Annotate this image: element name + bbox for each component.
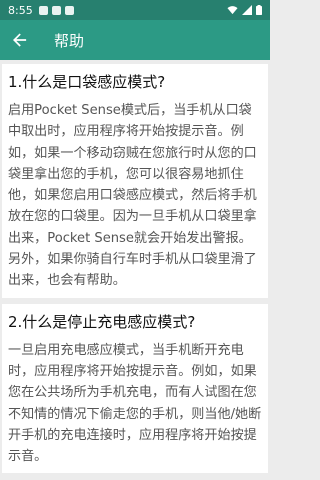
faq-card: 2.什么是停止充电感应模式? 一旦启用充电感应模式，当手机断开充电时，应用程序将…	[2, 303, 268, 474]
faq-answer: 一旦启用充电感应模式，当手机断开充电时，应用程序将开始按提示音。例如，如果您在公…	[8, 342, 262, 465]
notification-icon	[64, 5, 74, 15]
arrow-back-icon	[13, 33, 27, 47]
battery-icon	[256, 5, 262, 15]
faq-card: 1.什么是口袋感应模式? 启用Pocket Sense模式后，当手机从口袋中取出…	[2, 64, 268, 298]
status-bar: 8:55	[0, 0, 270, 20]
app-bar: 帮助	[0, 20, 270, 60]
faq-question: 2.什么是停止充电感应模式?	[8, 312, 196, 331]
back-button[interactable]	[0, 20, 40, 60]
notification-icon	[51, 5, 61, 15]
page-title: 帮助	[54, 31, 85, 50]
signal-icon	[242, 5, 252, 15]
notification-icon	[38, 5, 48, 15]
status-right-icons	[227, 5, 262, 15]
status-time: 8:55	[8, 3, 33, 17]
notification-icons	[38, 5, 74, 15]
faq-answer: 启用Pocket Sense模式后，当手机从口袋中取出时，应用程序将开始按提示音…	[8, 103, 257, 289]
wifi-icon	[227, 6, 238, 15]
help-content[interactable]: 1.什么是口袋感应模式? 启用Pocket Sense模式后，当手机从口袋中取出…	[0, 60, 270, 480]
faq-question: 1.什么是口袋感应模式?	[8, 73, 166, 91]
